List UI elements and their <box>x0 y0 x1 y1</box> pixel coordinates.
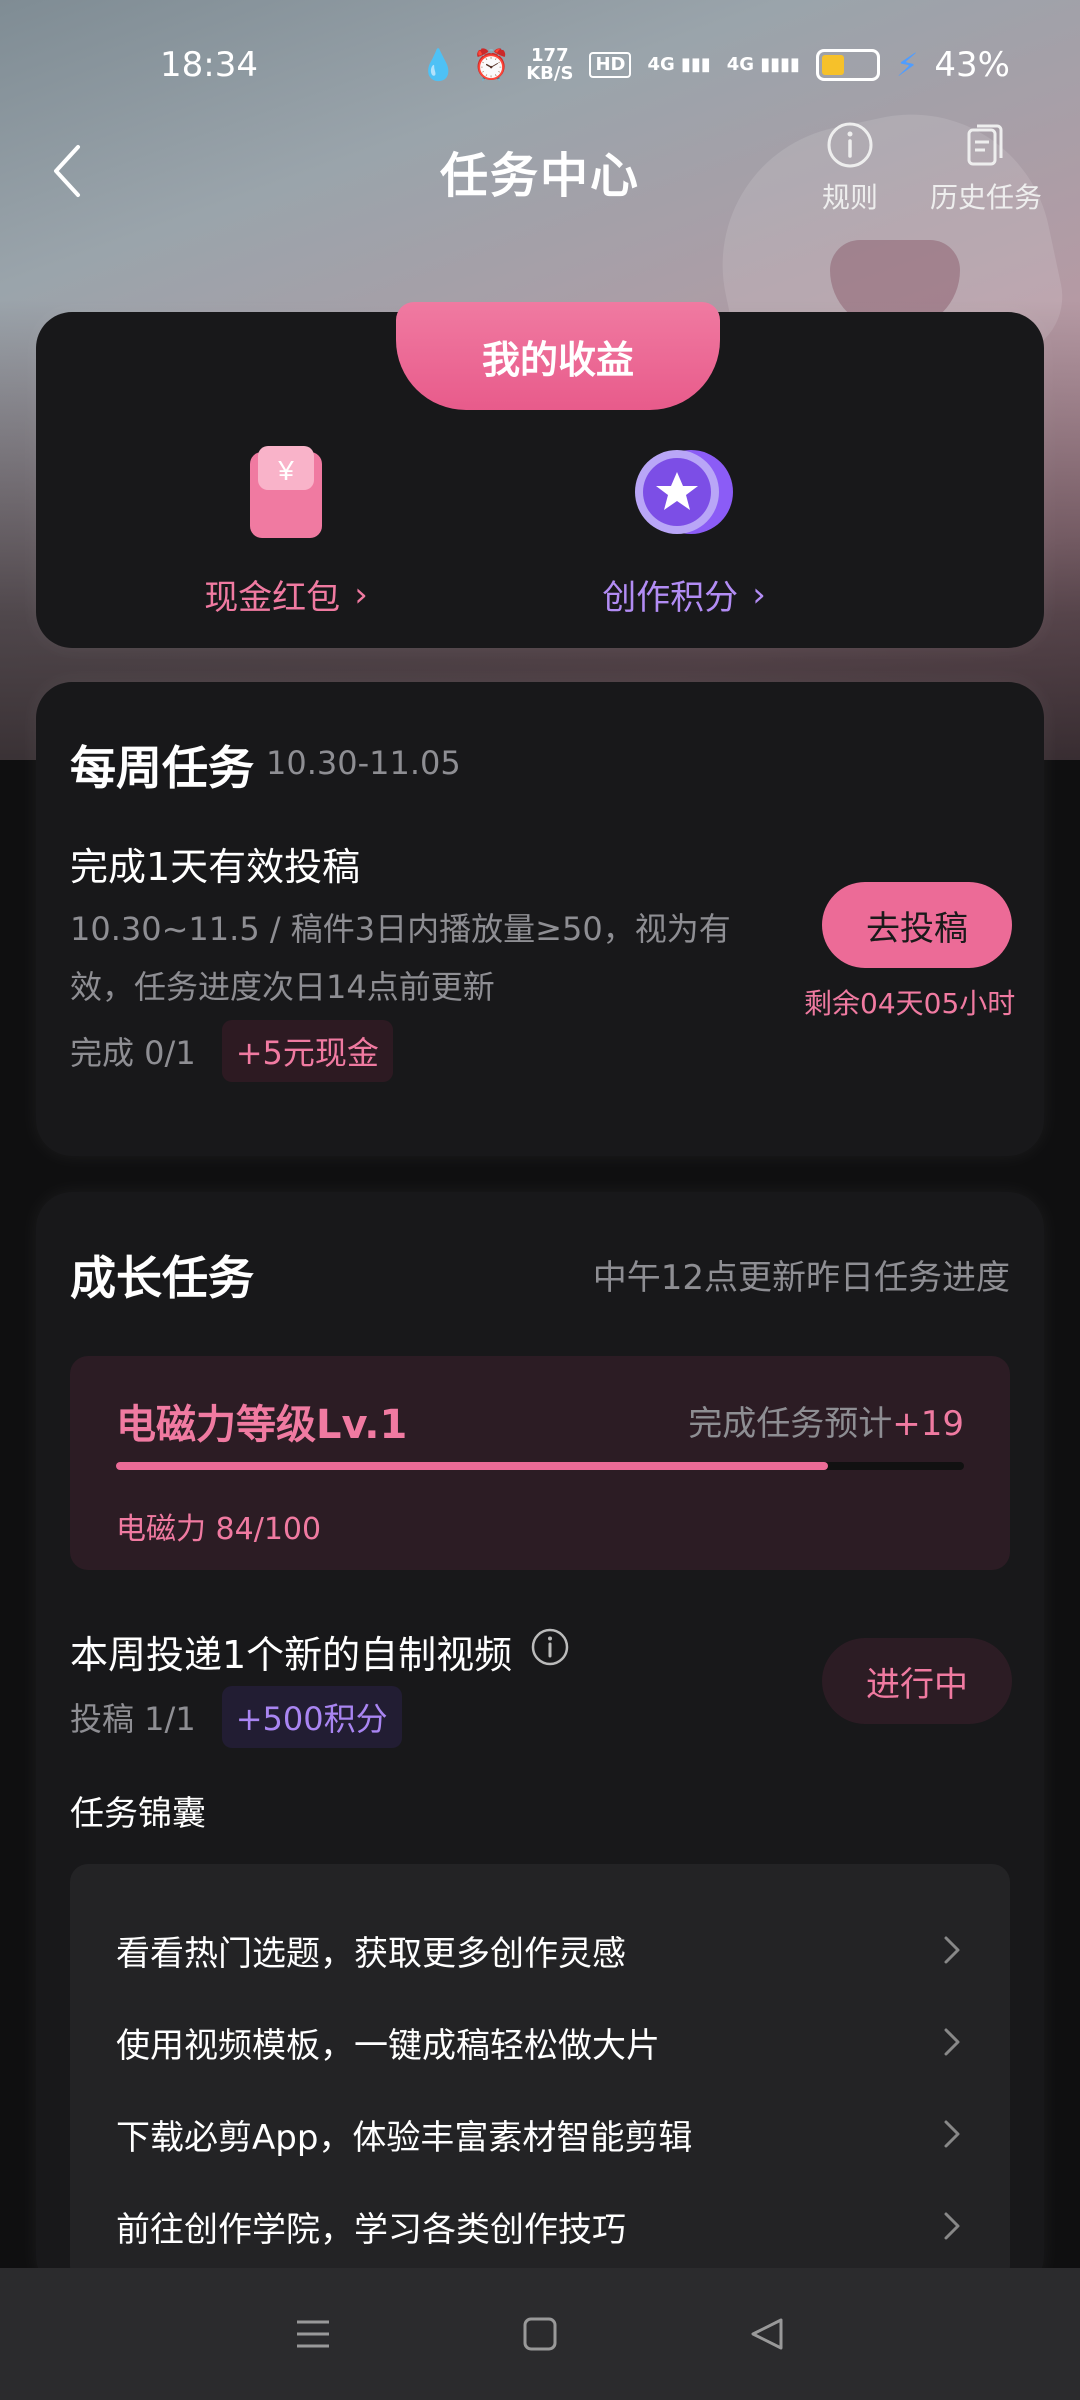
go-submit-button[interactable]: 去投稿 <box>822 882 1012 968</box>
weekly-task-card: 每周任务 10.30-11.05 完成1天有效投稿 10.30~11.5 / 稿… <box>36 682 1044 1156</box>
hd-icon: HD <box>589 52 632 78</box>
tip-label: 下载必剪App，体验丰富素材智能剪辑 <box>116 2117 693 2158</box>
level-estimate-value: +19 <box>892 1404 964 1444</box>
tips-list: 看看热门选题，获取更多创作灵感 使用视频模板，一键成稿轻松做大片 下载必剪App… <box>70 1864 1010 2284</box>
chevron-right-icon <box>944 1936 960 1964</box>
remaining-time: 剩余04天05小时 <box>804 987 1016 1020</box>
tip-label: 前往创作学院，学习各类创作技巧 <box>116 2209 626 2250</box>
level-name: 电磁力等级Lv.1 <box>116 1402 408 1448</box>
cash-label-row: 现金红包 › <box>204 570 368 619</box>
net-speed: 177 KB/S <box>526 47 573 83</box>
charging-icon: ⚡ <box>895 46 919 84</box>
tip-label: 使用视频模板，一键成稿轻松做大片 <box>116 2025 660 2066</box>
weekly-reward-badge: +5元现金 <box>221 1020 393 1082</box>
status-time: 18:34 <box>160 45 258 85</box>
alarm-icon: ⏰ <box>472 47 511 83</box>
home-square-icon[interactable] <box>518 2312 562 2356</box>
weekly-title: 每周任务 <box>70 741 254 795</box>
info-circle-icon <box>827 122 873 168</box>
tips-title: 任务锦囊 <box>70 1794 206 1834</box>
level-estimate: 完成任务预计+19 <box>688 1396 964 1445</box>
points-label: 创作积分 <box>602 578 739 618</box>
tip-item[interactable]: 前往创作学院，学习各类创作技巧 <box>70 2186 1010 2266</box>
back-triangle-icon[interactable] <box>745 2312 789 2356</box>
growth-update-note: 中午12点更新昨日任务进度 <box>592 1258 1010 1298</box>
chevron-right-icon: › <box>354 574 368 615</box>
svg-text:¥: ¥ <box>277 455 294 486</box>
weekly-date-range: 10.30-11.05 <box>266 744 461 782</box>
header: 任务中心 规则 历史任务 <box>0 120 1080 220</box>
growth-progress-row: 投稿 1/1 +500积分 <box>70 1686 402 1748</box>
net-speed-unit: KB/S <box>526 63 574 84</box>
weekly-task-desc: 10.30~11.5 / 稿件3日内播放量≥50，视为有效，任务进度次日14点前… <box>70 910 731 1006</box>
history-button[interactable]: 历史任务 <box>930 120 1042 216</box>
info-icon[interactable] <box>530 1627 570 1676</box>
earnings-tab-label: 我的收益 <box>396 302 720 410</box>
tip-label: 看看热门选题，获取更多创作灵感 <box>116 1933 626 1974</box>
signal-label-2: 4G <box>726 54 755 75</box>
in-progress-button[interactable]: 进行中 <box>822 1638 1012 1724</box>
tip-item[interactable]: 使用视频模板，一键成稿轻松做大片 <box>70 2002 1010 2082</box>
growth-progress-text: 投稿 1/1 <box>70 1700 196 1738</box>
level-estimate-label: 完成任务预计 <box>688 1404 893 1444</box>
rules-button[interactable]: 规则 <box>822 120 878 216</box>
history-label: 历史任务 <box>930 181 1043 214</box>
level-panel: 电磁力等级Lv.1 完成任务预计+19 电磁力 84/100 <box>70 1356 1010 1570</box>
chevron-right-icon: › <box>752 574 766 615</box>
battery-icon <box>815 49 880 81</box>
weekly-progress-row: 完成 0/1 +5元现金 <box>70 1020 393 1082</box>
level-progress-bar <box>116 1462 964 1470</box>
weekly-task-name: 完成1天有效投稿 <box>70 845 361 889</box>
growth-title: 成长任务 <box>70 1251 254 1305</box>
system-nav-bar <box>0 2268 1080 2400</box>
signal-icon-1: 4G ▮▮▮ <box>647 54 711 75</box>
creation-points-entry[interactable]: 创作积分 › <box>514 442 854 619</box>
growth-reward-badge: +500积分 <box>221 1686 402 1748</box>
weekly-progress-text: 完成 0/1 <box>70 1034 196 1072</box>
star-coin-icon <box>629 442 739 542</box>
signal-icon-2: 4G ▮▮▮▮ <box>726 54 800 75</box>
history-doc-icon <box>967 124 1003 166</box>
earnings-card: 我的收益 ¥ 现金红包 › 创作积分 › <box>36 302 1044 648</box>
chevron-right-icon <box>944 2120 960 2148</box>
growth-task-row: 本周投递1个新的自制视频 <box>70 1624 570 1679</box>
chevron-right-icon <box>944 2028 960 2056</box>
status-bar: 18:34 💧 ⏰ 177 KB/S HD 4G ▮▮▮ 4G ▮▮▮▮ ⚡ 4… <box>0 0 1080 130</box>
points-label-row: 创作积分 › <box>602 570 766 619</box>
rules-label: 规则 <box>822 181 879 214</box>
signal-label-1: 4G <box>647 54 675 75</box>
battery-fill <box>821 55 845 75</box>
cash-label: 现金红包 <box>204 578 341 618</box>
level-progress-fill <box>116 1462 829 1470</box>
growth-task-card: 成长任务 中午12点更新昨日任务进度 电磁力等级Lv.1 完成任务预计+19 电… <box>36 1192 1044 2292</box>
drop-icon: 💧 <box>419 47 457 83</box>
battery-percent: 43% <box>934 45 1010 85</box>
menu-icon[interactable] <box>291 2312 335 2356</box>
page-title: 任务中心 <box>439 148 640 204</box>
red-envelope-icon: ¥ <box>246 442 326 542</box>
status-icons: 💧 ⏰ 177 KB/S HD 4G ▮▮▮ 4G ▮▮▮▮ ⚡ 43% <box>420 45 1011 85</box>
tip-item[interactable]: 下载必剪App，体验丰富素材智能剪辑 <box>70 2094 1010 2174</box>
chevron-right-icon <box>944 2212 960 2240</box>
growth-task-name: 本周投递1个新的自制视频 <box>70 1633 513 1677</box>
tip-item[interactable]: 看看热门选题，获取更多创作灵感 <box>70 1910 1010 1990</box>
cash-redpacket-entry[interactable]: ¥ 现金红包 › <box>116 442 456 619</box>
level-value: 电磁力 84/100 <box>116 1512 322 1547</box>
